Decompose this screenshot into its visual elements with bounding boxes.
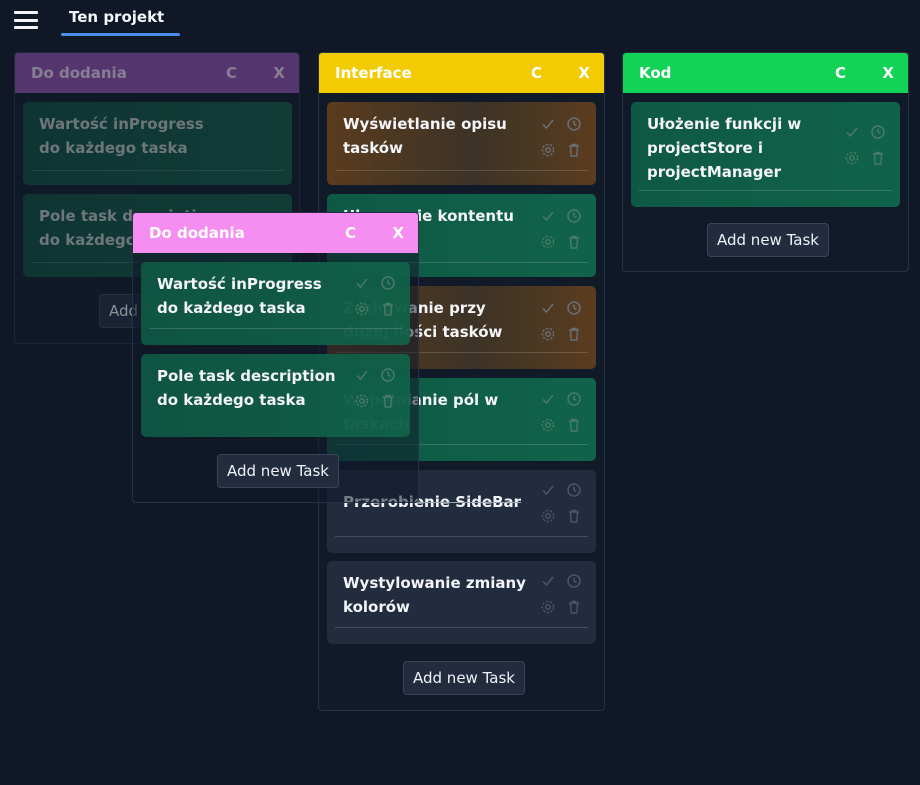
- column-title: Do dodania: [31, 64, 127, 82]
- task-divider: [149, 328, 402, 329]
- tab-label: Ten projekt: [69, 8, 165, 26]
- check-icon[interactable]: [354, 275, 370, 291]
- column-kod: Kod C X Ułożenie funkcji w projectStore …: [622, 52, 909, 272]
- column-header: Kod C X: [623, 53, 908, 93]
- hamburger-icon[interactable]: [14, 11, 38, 29]
- gear-icon[interactable]: [540, 326, 556, 342]
- gear-icon[interactable]: [540, 142, 556, 158]
- clock-icon[interactable]: [380, 275, 396, 291]
- check-icon[interactable]: [540, 391, 556, 407]
- column-header: Do dodania C X: [133, 213, 418, 253]
- column-title: Interface: [335, 64, 412, 82]
- gear-icon[interactable]: [540, 508, 556, 524]
- check-icon[interactable]: [354, 367, 370, 383]
- task-card[interactable]: Wyświetlanie opisu tasków: [327, 102, 596, 185]
- task-title: Wartość inProgress do każdego taska: [39, 115, 204, 157]
- task-title: Wystylowanie zmiany kolorów: [343, 574, 526, 616]
- task-divider: [31, 170, 284, 171]
- trash-icon[interactable]: [566, 508, 582, 524]
- task-divider: [335, 536, 588, 537]
- check-icon[interactable]: [844, 124, 860, 140]
- column-header: Interface C X: [319, 53, 604, 93]
- column-title: Do dodania: [149, 224, 245, 242]
- add-task-button[interactable]: Add new Task: [403, 661, 525, 695]
- add-task-button[interactable]: Add new Task: [707, 223, 829, 257]
- check-icon[interactable]: [540, 482, 556, 498]
- clear-column-button[interactable]: C: [835, 64, 846, 82]
- clock-icon[interactable]: [566, 116, 582, 132]
- check-icon[interactable]: [540, 573, 556, 589]
- clock-icon[interactable]: [870, 124, 886, 140]
- column-title: Kod: [639, 64, 672, 82]
- close-column-button[interactable]: X: [392, 224, 404, 242]
- clock-icon[interactable]: [566, 391, 582, 407]
- trash-icon[interactable]: [566, 234, 582, 250]
- task-card[interactable]: Wartość inProgress do każdego taska: [141, 262, 410, 345]
- task-title: Wyświetlanie opisu tasków: [343, 115, 507, 157]
- trash-icon[interactable]: [870, 150, 886, 166]
- add-task-button[interactable]: Add new Task: [217, 454, 339, 488]
- task-card[interactable]: Pole task description do każdego taska: [141, 354, 410, 437]
- gear-icon[interactable]: [540, 234, 556, 250]
- gear-icon[interactable]: [540, 599, 556, 615]
- clock-icon[interactable]: [566, 300, 582, 316]
- close-column-button[interactable]: X: [273, 64, 285, 82]
- close-column-button[interactable]: X: [882, 64, 894, 82]
- dragged-column-do-dodania[interactable]: Do dodania C X Wartość inProgress do każ…: [132, 212, 419, 503]
- tab-underline: [61, 33, 180, 36]
- task-card[interactable]: Wystylowanie zmiany kolorów: [327, 561, 596, 644]
- gear-icon[interactable]: [844, 150, 860, 166]
- clock-icon[interactable]: [566, 208, 582, 224]
- task-title: Wartość inProgress do każdego taska: [157, 275, 322, 317]
- clock-icon[interactable]: [566, 573, 582, 589]
- clock-icon[interactable]: [566, 482, 582, 498]
- task-card[interactable]: Ułożenie funkcji w projectStore i projec…: [631, 102, 900, 207]
- check-icon[interactable]: [540, 116, 556, 132]
- trash-icon[interactable]: [380, 393, 396, 409]
- trash-icon[interactable]: [566, 599, 582, 615]
- check-icon[interactable]: [540, 300, 556, 316]
- trash-icon[interactable]: [566, 142, 582, 158]
- task-divider: [335, 627, 588, 628]
- task-card[interactable]: Wartość inProgress do każdego taska: [23, 102, 292, 185]
- task-title: Pole task description do każdego taska: [157, 367, 336, 409]
- task-divider: [639, 190, 892, 191]
- column-header: Do dodania C X: [15, 53, 299, 93]
- task-title: Ułożenie funkcji w projectStore i projec…: [647, 115, 802, 181]
- clear-column-button[interactable]: C: [531, 64, 542, 82]
- gear-icon[interactable]: [540, 417, 556, 433]
- gear-icon[interactable]: [354, 393, 370, 409]
- tab-ten-projekt[interactable]: Ten projekt: [61, 0, 180, 36]
- trash-icon[interactable]: [566, 417, 582, 433]
- task-divider: [335, 170, 588, 171]
- trash-icon[interactable]: [380, 301, 396, 317]
- clear-column-button[interactable]: C: [345, 224, 356, 242]
- clock-icon[interactable]: [380, 367, 396, 383]
- check-icon[interactable]: [540, 208, 556, 224]
- gear-icon[interactable]: [354, 301, 370, 317]
- clear-column-button[interactable]: C: [226, 64, 237, 82]
- close-column-button[interactable]: X: [578, 64, 590, 82]
- trash-icon[interactable]: [566, 326, 582, 342]
